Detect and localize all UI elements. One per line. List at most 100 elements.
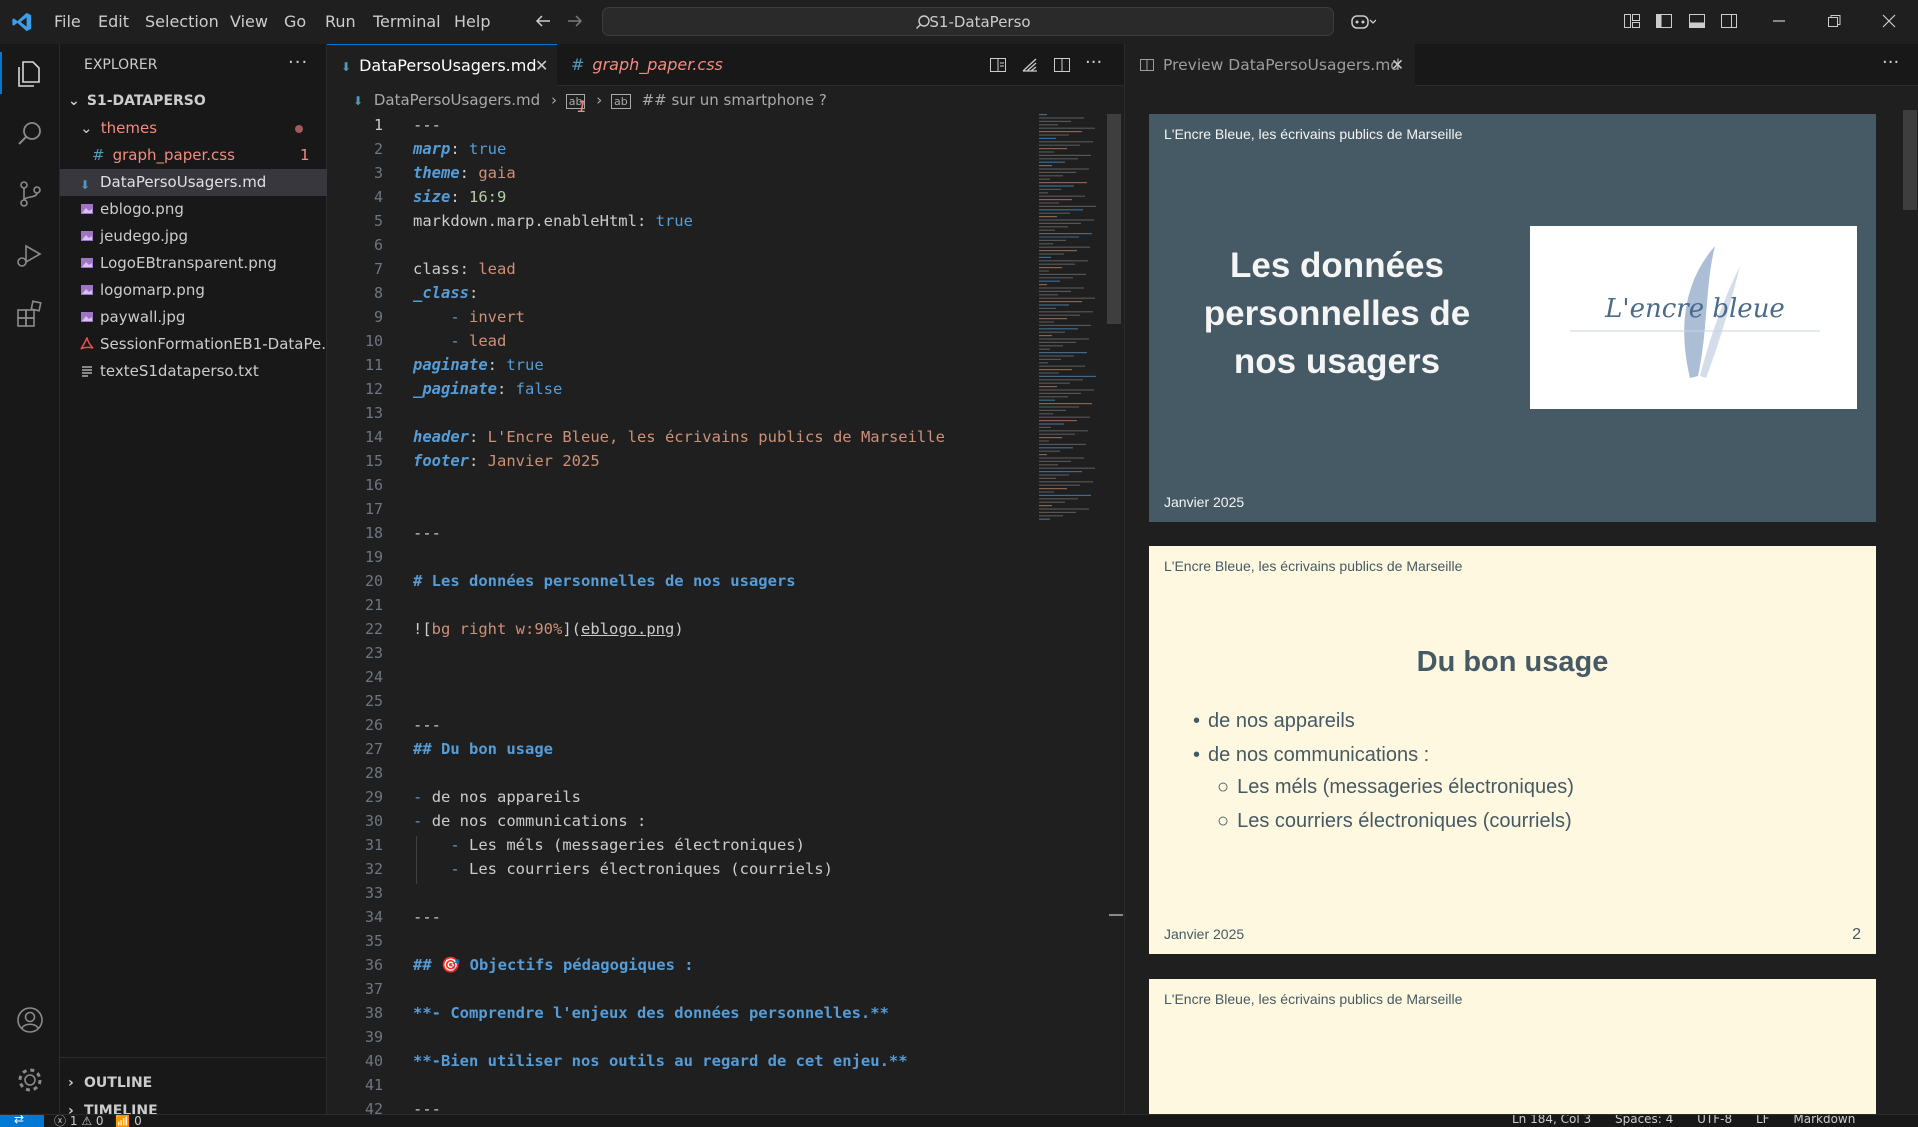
minimap-line <box>1039 233 1092 235</box>
file-label: DataPersoUsagers.md <box>100 173 267 191</box>
minimap-line <box>1039 508 1089 510</box>
outline-label: OUTLINE <box>84 1075 153 1091</box>
editor-more-actions-icon[interactable]: ··· <box>1085 52 1102 73</box>
minimap-line <box>1039 365 1085 367</box>
restore-icon[interactable] <box>1825 12 1843 30</box>
minimap-line <box>1039 148 1067 150</box>
editor-scrollbar[interactable] <box>1107 114 1121 324</box>
menu-help[interactable]: Help <box>454 12 490 31</box>
more-actions-icon[interactable]: ··· <box>288 52 308 73</box>
menu-edit[interactable]: Edit <box>98 12 129 31</box>
code-line: _class: <box>413 284 479 302</box>
slide-header: L'Encre Bleue, les écrivains publics de … <box>1164 991 1463 1007</box>
file-logoebtransparent-png[interactable]: LogoEBtransparent.png <box>60 250 327 277</box>
menu-selection[interactable]: Selection <box>145 12 219 31</box>
source-control-icon[interactable] <box>14 178 46 210</box>
file-paywall-jpg[interactable]: paywall.jpg <box>60 304 327 331</box>
minimap-line <box>1039 423 1064 425</box>
minimap-line <box>1039 491 1054 493</box>
file-datapersousagers-md[interactable]: ⬇ DataPersoUsagers.md <box>60 169 327 196</box>
copilot-icon[interactable] <box>1350 12 1376 30</box>
search-view-icon[interactable] <box>14 118 46 150</box>
minimap-line <box>1039 481 1093 483</box>
logo-text: L'encre bleue <box>1605 294 1785 324</box>
encoding[interactable]: UTF-8 <box>1697 1115 1732 1126</box>
minimap-line <box>1039 454 1047 456</box>
file-sessionformation-pdf[interactable]: SessionFormationEB1-DataPe... <box>60 331 327 358</box>
file-logomarp-png[interactable]: logomarp.png <box>60 277 327 304</box>
minimap-line <box>1039 188 1061 190</box>
minimap-line <box>1039 239 1066 241</box>
extensions-icon[interactable] <box>14 298 46 330</box>
close-tab-icon[interactable]: ✕ <box>1391 44 1404 86</box>
minimap-line <box>1039 382 1070 384</box>
manage-gear-icon[interactable] <box>14 1064 46 1096</box>
code-line: - invert <box>450 308 526 326</box>
menu-file[interactable]: File <box>54 12 81 31</box>
code-line: - Les méls (messageries électroniques) <box>450 836 805 854</box>
toggle-panel-icon[interactable] <box>1688 12 1706 30</box>
back-arrow-icon[interactable] <box>534 12 552 30</box>
remote-icon: ⇄ <box>14 1114 25 1126</box>
menu-terminal[interactable]: Terminal <box>373 12 441 31</box>
preview-more-actions-icon[interactable]: ··· <box>1882 52 1899 73</box>
active-indicator <box>0 52 2 94</box>
minimap-line <box>1039 318 1067 320</box>
preview-scrollbar[interactable] <box>1903 110 1917 210</box>
code-line: _paginate: false <box>413 380 563 398</box>
minimap-line <box>1039 324 1091 326</box>
split-editor-icon[interactable] <box>1053 56 1071 74</box>
code-line: --- <box>413 524 441 542</box>
minimap-line <box>1039 202 1059 204</box>
minimap-line <box>1039 474 1069 476</box>
divider <box>60 1057 327 1058</box>
minimap-line <box>1039 134 1069 136</box>
minimap-line <box>1039 484 1080 486</box>
menu-view[interactable]: View <box>230 12 268 31</box>
slide-1-title: Les données personnelles de nos usagers <box>1203 246 1471 381</box>
tab-label: Preview DataPersoUsagers.md <box>1163 56 1401 74</box>
minimap-line <box>1039 182 1087 184</box>
minimap-line <box>1039 467 1095 469</box>
minimap-line <box>1039 355 1074 357</box>
file-eblogo-png[interactable]: eblogo.png <box>60 196 327 223</box>
run-debug-icon[interactable] <box>14 238 46 270</box>
folder-themes[interactable]: ⌄ themes <box>60 115 327 142</box>
code-editor[interactable]: --- marp: true theme: gaia size: 16:9 ma… <box>327 44 1027 1118</box>
chevron-right-icon: › <box>68 1075 74 1091</box>
cursor-position[interactable]: Ln 184, Col 3 <box>1512 1115 1591 1126</box>
command-center-search[interactable]: S1-DataPerso <box>602 7 1334 36</box>
accounts-icon[interactable] <box>14 1004 46 1036</box>
remote-indicator[interactable]: ⇄ <box>0 1115 44 1127</box>
toggle-primary-sidebar-icon[interactable] <box>1655 12 1673 30</box>
close-window-icon[interactable] <box>1880 12 1898 30</box>
file-jeudego-jpg[interactable]: jeudego.jpg <box>60 223 327 250</box>
minimap-line <box>1039 124 1058 126</box>
forward-arrow-icon[interactable] <box>566 12 584 30</box>
editor-group: ⬇ DataPersoUsagers.md ✕ # graph_paper.css … <box>327 44 1124 1118</box>
menu-run[interactable]: Run <box>325 12 356 31</box>
language-mode[interactable]: Markdown <box>1793 1115 1855 1126</box>
minimap-line <box>1039 498 1078 500</box>
minimap-line <box>1039 236 1079 238</box>
file-graph-paper-css[interactable]: # graph_paper.css 1 <box>60 142 327 169</box>
status-bar: ⇄ ⓧ 1 ⚠ 0 📶 0 Ln 184, Col 3 Spaces: 4 UT… <box>0 1114 1918 1127</box>
indentation[interactable]: Spaces: 4 <box>1615 1115 1673 1126</box>
image-icon <box>81 312 93 322</box>
slide-3: L'Encre Bleue, les écrivains publics de … <box>1149 979 1876 1119</box>
minimize-icon[interactable] <box>1770 12 1788 30</box>
minimap[interactable] <box>1037 114 1117 534</box>
minimap-line <box>1039 331 1065 333</box>
problems-indicator[interactable]: ⓧ 1 ⚠ 0 📶 0 <box>54 1115 142 1127</box>
menu-go[interactable]: Go <box>284 12 306 31</box>
outline-section[interactable]: › OUTLINE <box>60 1070 327 1097</box>
end-of-line[interactable]: LF <box>1756 1115 1770 1126</box>
file-textes1dataperso-txt[interactable]: texteS1dataperso.txt <box>60 358 327 385</box>
title-bar: File Edit Selection View Go Run Terminal… <box>0 0 1918 44</box>
minimap-line <box>1039 372 1059 374</box>
customize-layout-icon[interactable] <box>1623 12 1641 30</box>
workspace-root[interactable]: ⌄ S1-DATAPERSO <box>60 88 327 115</box>
toggle-secondary-sidebar-icon[interactable] <box>1720 12 1738 30</box>
explorer-icon[interactable] <box>14 58 46 90</box>
tab-preview[interactable]: Preview DataPersoUsagers.md ✕ <box>1125 44 1415 86</box>
